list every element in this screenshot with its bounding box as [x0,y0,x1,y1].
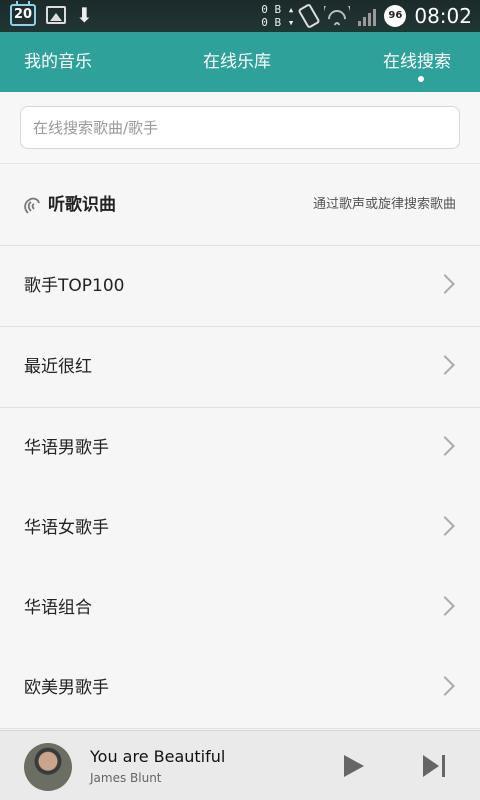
vibrate-icon [297,2,321,30]
chevron-right-icon [435,516,455,536]
play-icon[interactable] [344,755,364,777]
header-tabs: 我的音乐 在线乐库 在线搜索 [0,32,480,92]
active-tab-indicator [418,76,424,82]
download-icon: ⬇ [76,3,93,27]
artist-name: James Blunt [90,771,162,785]
list-item-label: 华语组合 [24,598,92,618]
gallery-icon [46,6,66,24]
battery-icon: 96 [384,5,407,27]
soundwave-icon [24,197,40,214]
list-item-top100[interactable]: 歌手TOP100 [0,246,480,327]
system-icons: 0 B ▴ 0 B ▾ 96 08:02 [261,0,472,32]
list-item-chinese-female[interactable]: 华语女歌手 [0,488,480,569]
chevron-right-icon [435,355,455,375]
tab-online-search[interactable]: 在线搜索 [383,32,451,92]
listen-identify-row[interactable]: 听歌识曲 通过歌声或旋律搜索歌曲 [0,165,480,246]
list-item-label: 华语女歌手 [24,518,109,538]
signal-icon [358,6,377,26]
chevron-right-icon [435,596,455,616]
list-item-label: 歌手TOP100 [24,276,125,296]
status-bar: 20 ⬇ 0 B ▴ 0 B ▾ 96 08:02 [0,0,480,32]
tab-my-music[interactable]: 我的音乐 [24,32,92,92]
chevron-right-icon [435,274,455,294]
list-item-western-male[interactable]: 欧美男歌手 [0,648,480,729]
tab-online-library[interactable]: 在线乐库 [203,32,271,92]
song-title: You are Beautiful [90,747,226,766]
list-item-trending[interactable]: 最近很红 [0,327,480,408]
album-cover[interactable] [24,743,72,791]
chevron-right-icon [435,676,455,696]
net-up-value: 0 B [261,3,282,16]
list-item-label: 最近很红 [24,357,92,377]
list-item-label: 华语男歌手 [24,438,109,458]
clock: 08:02 [414,4,472,28]
list-item-chinese-group[interactable]: 华语组合 [0,568,480,649]
calendar-icon: 20 [10,1,36,26]
search-input[interactable] [20,106,460,149]
mini-player[interactable]: You are Beautiful James Blunt [0,730,480,800]
list-item-chinese-male[interactable]: 华语男歌手 [0,408,480,489]
network-speed: 0 B ▴ 0 B ▾ [261,3,295,29]
list-item-label: 欧美男歌手 [24,678,109,698]
listen-identify-label: 听歌识曲 [48,195,116,215]
net-down-value: 0 B [261,16,282,29]
chevron-right-icon [435,436,455,456]
skip-next-icon[interactable] [423,755,445,777]
search-bar [0,92,480,164]
listen-identify-hint: 通过歌声或旋律搜索歌曲 [312,197,456,212]
notification-icons: 20 ⬇ [10,1,93,27]
wifi-icon [324,6,351,26]
